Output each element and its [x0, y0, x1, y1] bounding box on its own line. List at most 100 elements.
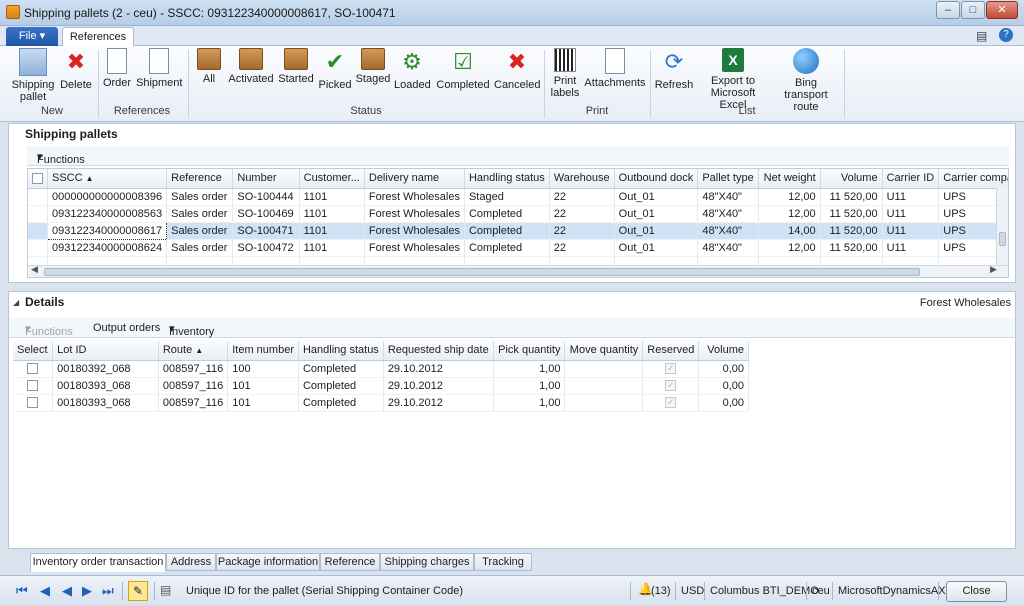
table-cell[interactable]: U11	[882, 239, 940, 257]
next-record-icon[interactable]: ▶	[82, 583, 92, 599]
table-cell[interactable]: Forest Wholesales	[364, 222, 465, 240]
document-handling-icon[interactable]: ▤	[160, 583, 171, 597]
table-cell[interactable]: 11 520,00	[820, 239, 883, 257]
table-cell[interactable]: 12,00	[758, 239, 821, 257]
print-labels-button[interactable]: Print labels	[548, 48, 582, 99]
col-header[interactable]: SSCC ▲	[47, 169, 168, 189]
table-cell[interactable]: Sales order	[166, 188, 234, 206]
col-header[interactable]: Handling status	[298, 341, 384, 361]
currency[interactable]: USD	[681, 585, 704, 597]
select-checkbox[interactable]	[13, 394, 54, 412]
tab-address[interactable]: Address	[166, 553, 216, 571]
first-record-icon[interactable]: ⏮	[16, 583, 28, 599]
collapse-details-icon[interactable]: ◢	[13, 298, 19, 307]
table-cell[interactable]: SO-100471	[232, 222, 300, 240]
table-cell[interactable]: Completed	[298, 377, 384, 395]
scroll-right-icon[interactable]: ▶	[990, 264, 997, 275]
col-header[interactable]: Warehouse	[549, 169, 615, 189]
table-cell[interactable]: 22	[549, 205, 615, 223]
table-cell[interactable]: Forest Wholesales	[364, 205, 465, 223]
status-completed-button[interactable]: ☑ Completed	[436, 48, 490, 91]
tab-reference[interactable]: Reference	[320, 553, 380, 571]
previous-page-icon[interactable]: ◀	[62, 583, 72, 599]
table-cell[interactable]: SO-100472	[232, 239, 300, 257]
table-cell[interactable]: Sales order	[166, 239, 234, 257]
table-cell[interactable]: 48"X40"	[697, 239, 760, 257]
col-header[interactable]: Pallet type	[697, 169, 760, 189]
company[interactable]: Columbus BTI_DEMO	[710, 585, 819, 597]
shipping-pallet-button[interactable]: Shipping pallet	[10, 48, 56, 103]
table-cell[interactable]: 0,00	[698, 360, 749, 378]
refresh-button[interactable]: ⟳ Refresh	[654, 48, 694, 91]
table-cell[interactable]: 12,00	[758, 205, 821, 223]
table-cell[interactable]: 1101	[299, 205, 365, 223]
table-cell[interactable]: Completed	[298, 394, 384, 412]
table-cell[interactable]: SO-100444	[232, 188, 300, 206]
table-row[interactable]: 093122340000008624 Sales order SO-100472 11…	[28, 239, 1008, 257]
table-cell[interactable]: 22	[549, 188, 615, 206]
shipment-button[interactable]: Shipment	[136, 48, 182, 89]
layout-icon[interactable]: ▤	[976, 29, 987, 43]
pallets-horizontal-scrollbar[interactable]: ◀ ▶	[28, 264, 1008, 277]
col-header[interactable]: Net weight	[758, 169, 821, 189]
export-excel-button[interactable]: X Export to Microsoft Excel	[696, 48, 770, 111]
table-cell[interactable]: 1,00	[493, 377, 566, 395]
table-cell[interactable]: Completed	[464, 205, 550, 223]
col-header[interactable]: Customer...	[299, 169, 365, 189]
scroll-left-icon[interactable]: ◀	[31, 264, 38, 275]
table-cell[interactable]: 11 520,00	[820, 222, 883, 240]
col-header[interactable]: Volume	[820, 169, 883, 189]
col-header[interactable]: Route ▲	[158, 341, 229, 361]
tab-package-information[interactable]: Package information	[216, 553, 320, 571]
status-canceled-button[interactable]: ✖ Canceled	[494, 48, 540, 91]
col-header[interactable]: Number	[232, 169, 300, 189]
bing-transport-route-button[interactable]: Bing transport route	[772, 48, 840, 113]
table-cell[interactable]: SO-100469	[232, 205, 300, 223]
notification-count[interactable]: (13)	[651, 585, 671, 597]
col-header[interactable]: Carrier compa	[938, 169, 1008, 189]
table-cell[interactable]: 101	[227, 377, 299, 395]
table-cell[interactable]: 093122340000008617	[46, 221, 168, 240]
col-header[interactable]: Delivery name	[364, 169, 465, 189]
col-header[interactable]: Move quantity	[564, 341, 644, 361]
table-cell[interactable]: Completed	[464, 222, 550, 240]
table-cell[interactable]: Sales order	[166, 205, 234, 223]
table-cell[interactable]: U11	[882, 205, 940, 223]
status-loaded-button[interactable]: ⚙ Loaded	[394, 48, 431, 91]
table-cell[interactable]: 22	[549, 239, 615, 257]
table-row[interactable]: 093122340000008617 Sales order SO-100471 11…	[28, 221, 1008, 240]
table-cell[interactable]: 29.10.2012	[383, 377, 494, 395]
table-cell[interactable]: U11	[882, 188, 940, 206]
table-cell[interactable]: Out_01	[614, 239, 699, 257]
table-cell[interactable]: 0,00	[698, 394, 749, 412]
table-cell[interactable]: 008597_116	[158, 360, 229, 378]
table-cell[interactable]: 29.10.2012	[383, 394, 494, 412]
row-selector[interactable]	[28, 205, 48, 223]
table-cell[interactable]: 093122340000008624	[47, 239, 168, 257]
col-header[interactable]: Select	[13, 341, 54, 361]
row-selector[interactable]	[28, 239, 48, 257]
tab-inventory-order-transaction[interactable]: Inventory order transaction	[30, 553, 166, 572]
select-checkbox[interactable]	[13, 377, 54, 395]
table-cell[interactable]: 11 520,00	[820, 188, 883, 206]
table-cell[interactable]: Forest Wholesales	[364, 188, 465, 206]
col-header[interactable]: Volume	[698, 341, 749, 361]
table-cell[interactable]: 1,00	[493, 360, 566, 378]
col-header[interactable]: Reserved	[642, 341, 700, 361]
table-cell[interactable]: 00180393_068	[52, 394, 159, 412]
table-row[interactable]: 00180393_068 008597_116 101 Completed 29.10.…	[13, 377, 749, 395]
table-cell[interactable]: Completed	[298, 360, 384, 378]
table-cell[interactable]: U11	[882, 222, 940, 240]
delete-button[interactable]: ✖ Delete	[58, 48, 94, 91]
table-cell[interactable]: 00180392_068	[52, 360, 159, 378]
col-header[interactable]: Lot ID	[52, 341, 159, 361]
col-header[interactable]: Reference	[166, 169, 234, 189]
close-button[interactable]: Close	[946, 581, 1007, 602]
status-picked-button[interactable]: ✔ Picked	[318, 48, 352, 91]
previous-record-icon[interactable]: ◀	[40, 583, 50, 599]
tab-shipping-charges[interactable]: Shipping charges	[380, 553, 474, 571]
col-header[interactable]: Handling status	[464, 169, 550, 189]
col-header[interactable]: Outbound dock	[614, 169, 699, 189]
attachments-button[interactable]: Attachments	[584, 48, 646, 89]
references-tab[interactable]: References	[62, 27, 134, 47]
